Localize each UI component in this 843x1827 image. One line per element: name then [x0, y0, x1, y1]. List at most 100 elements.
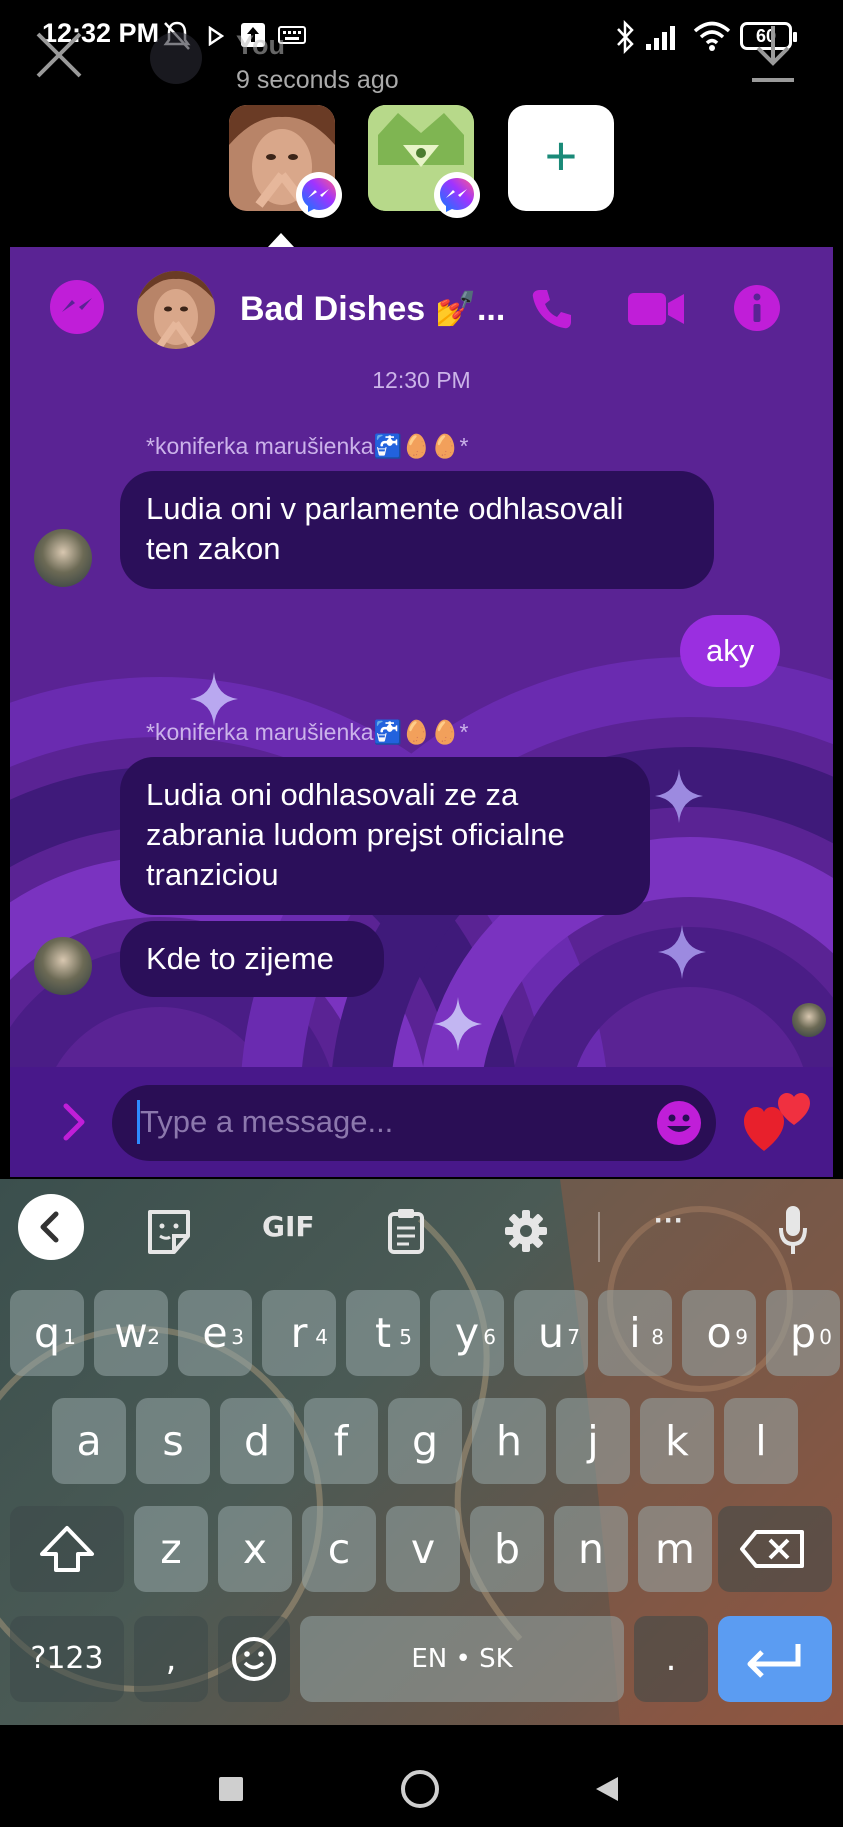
shift-key[interactable]: [10, 1506, 124, 1592]
space-key[interactable]: EN • SK: [300, 1616, 624, 1702]
key-l[interactable]: l: [724, 1398, 798, 1484]
story-timestamp: 9 seconds ago: [236, 66, 399, 94]
key-v[interactable]: v: [386, 1506, 460, 1592]
key-label: e: [202, 1309, 228, 1357]
chevron-left-icon: [40, 1211, 59, 1243]
message-sender: *koniferka marušienka🚰🥚🥚*: [146, 433, 469, 459]
key-a[interactable]: a: [52, 1398, 126, 1484]
close-icon[interactable]: [32, 28, 86, 82]
key-n[interactable]: n: [554, 1506, 628, 1592]
key-label: m: [655, 1525, 695, 1573]
incoming-message-bubble[interactable]: Kde to zijeme: [120, 921, 384, 997]
settings-gear-icon[interactable]: [504, 1203, 548, 1259]
key-label: v: [410, 1525, 436, 1573]
key-q[interactable]: q1: [10, 1290, 84, 1376]
outgoing-message-bubble[interactable]: aky: [680, 615, 781, 687]
sparkle-decoration: [655, 769, 703, 823]
key-hint-digit: 3: [231, 1325, 244, 1349]
key-hint-digit: 7: [567, 1325, 580, 1349]
enter-key[interactable]: [718, 1616, 832, 1702]
sender-avatar[interactable]: [34, 529, 92, 587]
microphone-icon[interactable]: [778, 1203, 808, 1259]
key-label: d: [243, 1417, 271, 1465]
message-line: Ludia oni v parlamente odhlasovali: [146, 491, 624, 526]
key-x[interactable]: x: [218, 1506, 292, 1592]
key-d[interactable]: d: [220, 1398, 294, 1484]
key-h[interactable]: h: [472, 1398, 546, 1484]
key-b[interactable]: b: [470, 1506, 544, 1592]
key-j[interactable]: j: [556, 1398, 630, 1484]
key-s[interactable]: s: [136, 1398, 210, 1484]
more-options-button[interactable]: ···: [654, 1204, 684, 1238]
period-key[interactable]: .: [634, 1616, 708, 1702]
message-line: ten zakon: [146, 531, 281, 566]
chevron-right-icon[interactable]: [60, 1102, 88, 1142]
key-w[interactable]: w2: [94, 1290, 168, 1376]
key-label: n: [578, 1525, 604, 1573]
key-o[interactable]: o9: [682, 1290, 756, 1376]
recents-button[interactable]: [219, 1777, 243, 1801]
messenger-icon: [302, 178, 336, 212]
key-t[interactable]: t5: [346, 1290, 420, 1376]
clipboard-icon[interactable]: [386, 1203, 426, 1259]
toolbar-divider: [598, 1212, 600, 1262]
sticker-icon[interactable]: [146, 1203, 192, 1259]
message-line: zabrania ludom prejst oficialne: [146, 817, 565, 852]
chat-header: Bad Dishes 💅...: [10, 247, 833, 367]
key-label: c: [327, 1525, 351, 1573]
key-c[interactable]: c: [302, 1506, 376, 1592]
home-button[interactable]: [401, 1770, 439, 1808]
emoji-icon[interactable]: [656, 1100, 702, 1146]
wifi-icon: [693, 21, 731, 51]
download-icon[interactable]: [748, 22, 798, 88]
key-e[interactable]: e3: [178, 1290, 252, 1376]
key-y[interactable]: y6: [430, 1290, 504, 1376]
gif-button[interactable]: GIF: [262, 1210, 315, 1243]
sender-avatar[interactable]: [34, 937, 92, 995]
symbols-key[interactable]: ?123: [10, 1616, 124, 1702]
comma-key[interactable]: ,: [134, 1616, 208, 1702]
group-avatar[interactable]: [137, 271, 215, 349]
key-hint-digit: 4: [315, 1325, 328, 1349]
play-store-icon: [208, 26, 224, 46]
incoming-message-bubble[interactable]: Ludia oni odhlasovali ze za zabrania lud…: [120, 757, 650, 915]
keyboard-collapse-button[interactable]: [18, 1194, 84, 1260]
key-label: u: [538, 1309, 564, 1357]
selected-pointer: [268, 233, 294, 247]
key-k[interactable]: k: [640, 1398, 714, 1484]
key-label: j: [587, 1417, 599, 1465]
key-m[interactable]: m: [638, 1506, 712, 1592]
messenger-icon[interactable]: [50, 280, 104, 334]
key-row-1: q1w2e3r4t5y6u7i8o9p0: [0, 1290, 843, 1376]
video-call-icon[interactable]: [628, 291, 684, 327]
phone-call-icon[interactable]: [530, 287, 574, 331]
key-label: w: [114, 1309, 148, 1357]
message-sender: *koniferka marušienka🚰🥚🥚*: [146, 719, 469, 745]
enter-icon: [747, 1644, 801, 1678]
key-label: z: [160, 1525, 182, 1573]
sparkle-decoration: [658, 925, 706, 979]
incoming-message-bubble[interactable]: Ludia oni v parlamente odhlasovali ten z…: [120, 471, 714, 589]
heart-reaction-icon[interactable]: [742, 1085, 812, 1153]
key-row-3: zxc vbn m: [0, 1506, 843, 1592]
key-r[interactable]: r4: [262, 1290, 336, 1376]
messenger-icon: [440, 178, 474, 212]
key-i[interactable]: i8: [598, 1290, 672, 1376]
key-label: i: [629, 1309, 641, 1357]
add-chat-head-button[interactable]: +: [508, 105, 614, 211]
key-hint-digit: 8: [651, 1325, 664, 1349]
chat-title[interactable]: Bad Dishes 💅...: [240, 289, 505, 329]
key-f[interactable]: f: [304, 1398, 378, 1484]
sparkle-decoration: [434, 997, 482, 1051]
key-z[interactable]: z: [134, 1506, 208, 1592]
key-g[interactable]: g: [388, 1398, 462, 1484]
key-u[interactable]: u7: [514, 1290, 588, 1376]
info-icon[interactable]: [734, 285, 780, 331]
message-line: Ludia oni odhlasovali ze za: [146, 777, 519, 812]
emoji-key[interactable]: [218, 1616, 290, 1702]
key-label: k: [665, 1417, 689, 1465]
messenger-badge: [296, 172, 342, 218]
backspace-key[interactable]: [718, 1506, 832, 1592]
key-p[interactable]: p0: [766, 1290, 840, 1376]
back-button[interactable]: [594, 1775, 620, 1803]
